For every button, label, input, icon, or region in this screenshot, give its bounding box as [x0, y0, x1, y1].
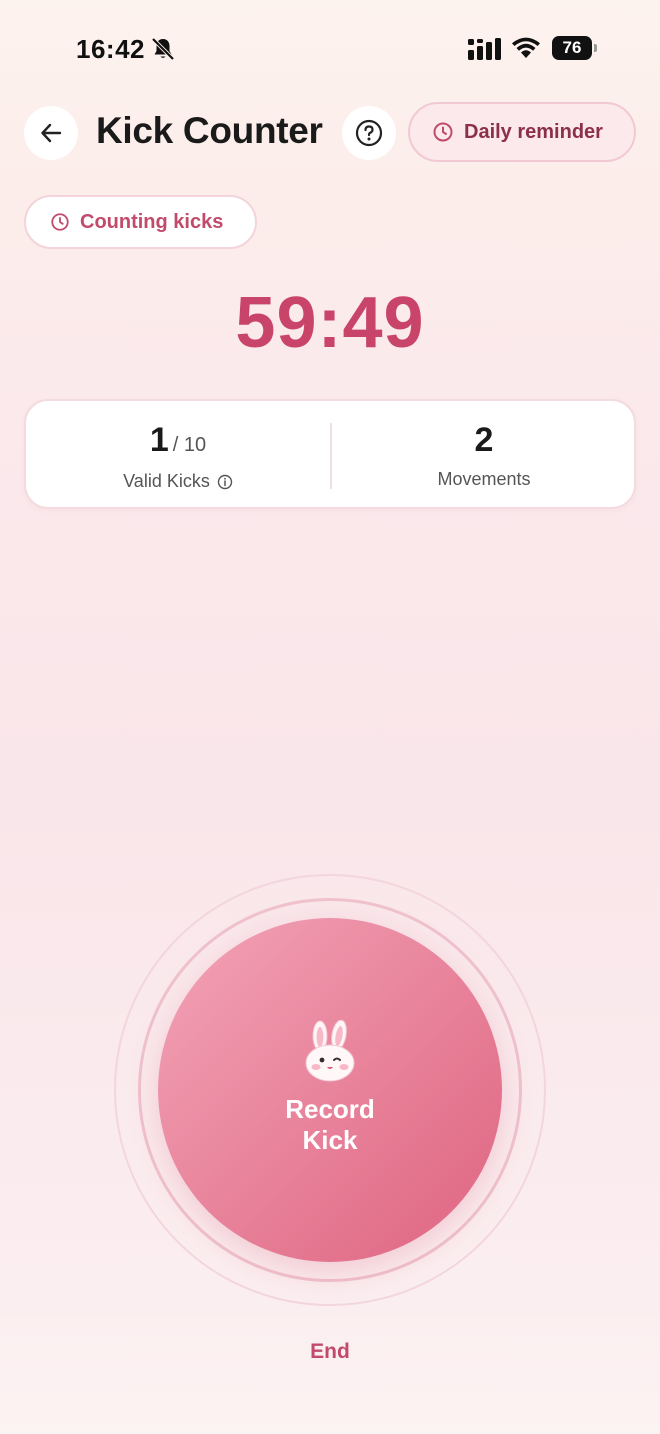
bell-off-icon [151, 37, 175, 61]
valid-kicks-goal: / 10 [172, 434, 207, 456]
battery-icon: 76 [552, 36, 598, 60]
stats-card: 1/ 10 Valid Kicks 2 Movements [24, 399, 636, 509]
record-kick-label: Record Kick [285, 1094, 375, 1155]
session-timer: 59:49 [235, 283, 425, 363]
counting-status-badge: Counting kicks [24, 195, 257, 249]
movements-value: 2 [474, 421, 494, 459]
help-button[interactable] [342, 106, 396, 160]
movements-stat: 2 Movements [332, 401, 636, 511]
status-bar: 16:42 76 [0, 0, 660, 96]
valid-kicks-label: Valid Kicks [123, 471, 210, 491]
page-title: Kick Counter [96, 110, 323, 151]
question-circle-icon [355, 119, 383, 147]
record-kick-button[interactable]: Record Kick [158, 918, 502, 1262]
counting-status-label: Counting kicks [80, 210, 224, 233]
status-time: 16:42 [76, 34, 145, 64]
arrow-left-icon [41, 123, 62, 143]
clock-icon [51, 213, 69, 231]
battery-percent: 76 [562, 38, 582, 57]
back-button[interactable] [24, 106, 78, 160]
daily-reminder-button[interactable]: Daily reminder [408, 102, 636, 162]
cellular-signal-icon [468, 38, 501, 60]
info-icon[interactable] [217, 474, 233, 490]
bunny-icon [305, 1020, 355, 1082]
end-button[interactable]: End [280, 1340, 380, 1364]
clock-icon [433, 122, 453, 142]
movements-label: Movements [437, 469, 531, 489]
valid-kicks-value: 1 [149, 421, 169, 459]
header: Kick Counter Daily reminder [0, 96, 660, 180]
valid-kicks-stat: 1/ 10 Valid Kicks [26, 401, 330, 511]
wifi-icon [512, 37, 540, 58]
daily-reminder-label: Daily reminder [464, 120, 603, 143]
